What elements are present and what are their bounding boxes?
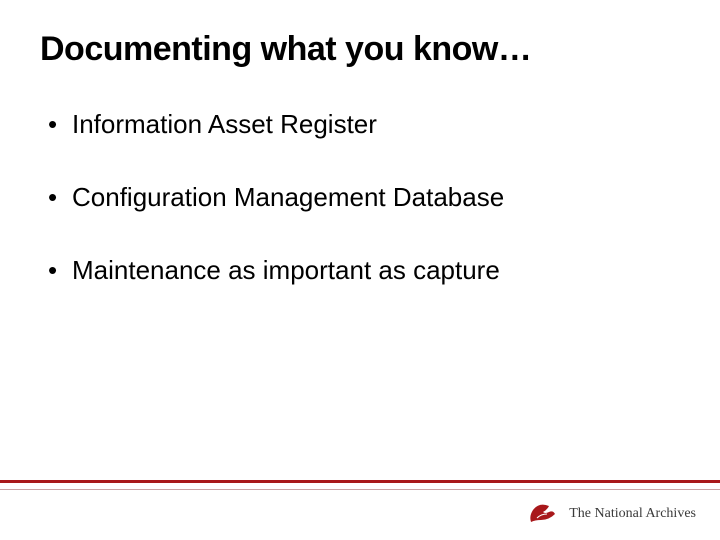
bullet-item: Configuration Management Database (48, 182, 680, 213)
divider-thick (0, 480, 720, 483)
bullet-item: Information Asset Register (48, 109, 680, 140)
logo-icon (527, 500, 561, 528)
footer-logo: The National Archives (527, 500, 696, 528)
bullet-item: Maintenance as important as capture (48, 255, 680, 286)
slide-title: Documenting what you know… (40, 30, 680, 69)
slide-container: Documenting what you know… Information A… (0, 0, 720, 540)
bullet-list: Information Asset Register Configuration… (40, 109, 680, 286)
logo-text: The National Archives (569, 506, 696, 522)
